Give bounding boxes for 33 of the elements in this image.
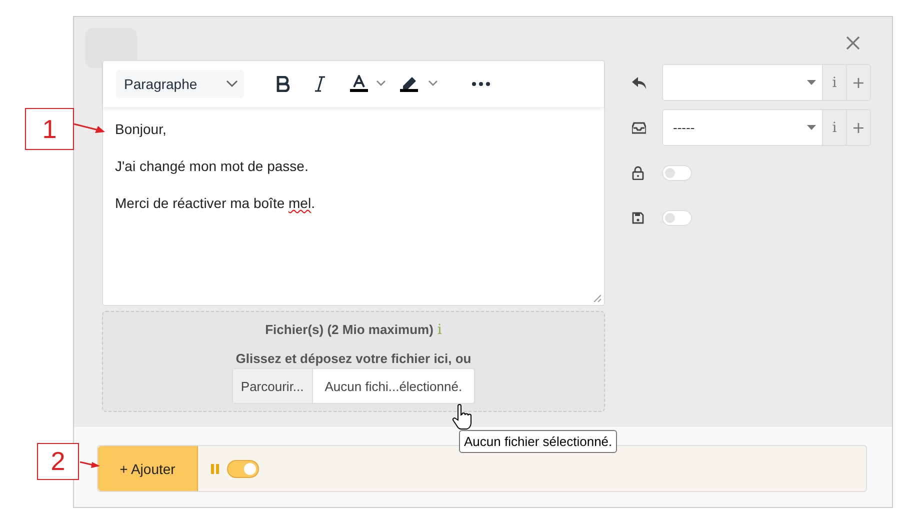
chevron-down-icon bbox=[226, 80, 238, 88]
attachments-title: Fichier(s) (2 Mio maximum) bbox=[265, 322, 434, 337]
message-paragraph: Merci de réactiver ma boîte mel. bbox=[115, 195, 316, 212]
highlighter-icon[interactable] bbox=[400, 75, 438, 93]
pause-icon[interactable] bbox=[211, 464, 219, 474]
close-icon[interactable] bbox=[846, 36, 860, 50]
more-icon[interactable] bbox=[472, 82, 490, 86]
file-name: Aucun fichi...électionné. bbox=[324, 378, 464, 396]
lock-icon bbox=[632, 166, 644, 180]
resize-handle-icon[interactable] bbox=[593, 294, 601, 302]
callout-arrow bbox=[74, 122, 106, 134]
italic-icon[interactable] bbox=[314, 76, 326, 92]
add-button[interactable]: + Ajouter bbox=[98, 446, 198, 491]
message-paragraph: Bonjour, bbox=[115, 121, 168, 138]
drop-prompt: Glissez et déposez votre fichier ici, ou bbox=[236, 351, 472, 366]
reply-icon bbox=[632, 76, 646, 88]
callout-label: 2 bbox=[37, 443, 79, 480]
tooltip: Aucun fichier sélectionné. bbox=[459, 430, 618, 453]
message-paragraph: J'ai changé mon mot de passe. bbox=[115, 158, 310, 175]
file-drop-zone[interactable]: Fichier(s) (2 Mio maximum) i Glissez et déposez votre fichier ici, ou Parcourir... Aucun fichi...électionné. bbox=[102, 311, 605, 412]
bold-icon[interactable] bbox=[276, 76, 290, 92]
text-editor[interactable]: Paragraphe Bonjour, J'ai changé mon mot de passe. Merci de réactiver ma boîte mel. bbox=[102, 60, 605, 306]
file-input[interactable]: Parcourir... Aucun fichi...électionné. bbox=[232, 368, 476, 404]
save-icon bbox=[632, 212, 644, 224]
toggle-switch[interactable] bbox=[227, 460, 259, 478]
browse-button[interactable]: Parcourir... bbox=[232, 369, 313, 403]
inbox-icon bbox=[632, 122, 646, 134]
toggle-switch[interactable] bbox=[662, 210, 692, 226]
format-dropdown[interactable]: Paragraphe bbox=[116, 70, 244, 98]
text-color-icon[interactable] bbox=[350, 75, 386, 93]
callout-label: 1 bbox=[25, 108, 74, 150]
toggle-switch[interactable] bbox=[662, 164, 692, 180]
callout-arrow bbox=[80, 460, 100, 468]
